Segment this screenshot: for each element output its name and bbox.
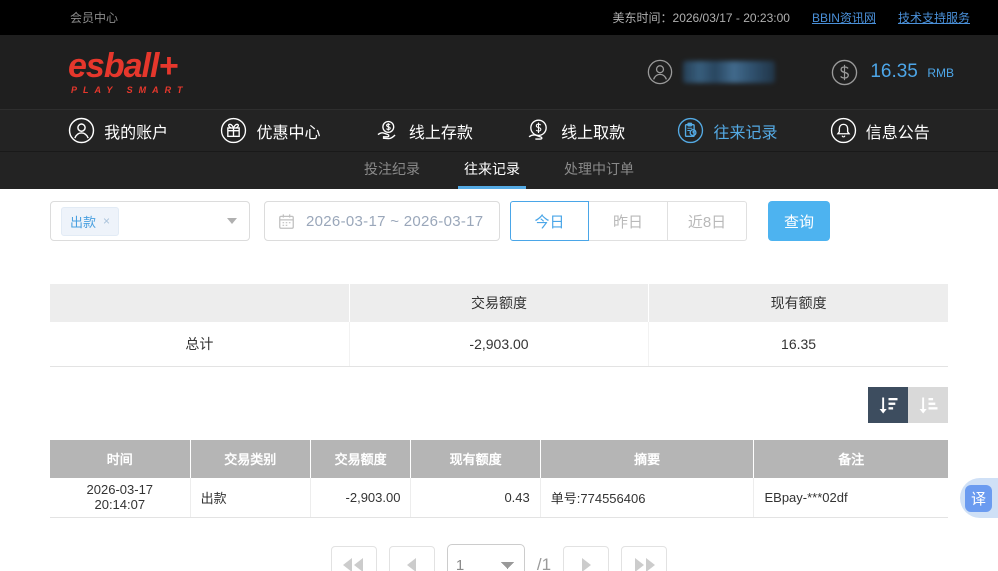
sort-descending-button[interactable] bbox=[868, 386, 908, 423]
left-arrow-icon bbox=[407, 558, 417, 571]
table-row: 2026-03-17 20:14:07 出款 -2,903.00 0.43 单号… bbox=[50, 477, 948, 518]
member-center-link[interactable]: 会员中心 bbox=[70, 9, 118, 26]
balance-chip[interactable]: 16.35 RMB bbox=[831, 59, 954, 86]
dollar-coin-icon bbox=[831, 59, 858, 86]
user-account-chip[interactable] bbox=[647, 59, 776, 85]
translate-widget[interactable]: 译 bbox=[960, 478, 998, 518]
page-select[interactable]: 1 bbox=[446, 544, 525, 571]
main-nav: 我的账户 优惠中心 线上存款 线上取款 往来记录 信息公告 bbox=[0, 109, 998, 151]
gift-icon bbox=[220, 117, 247, 144]
records-table: 时间 交易类别 交易额度 现有额度 摘要 备注 2026-03-17 20:14… bbox=[50, 439, 948, 518]
eastern-time-label: 美东时间：2026/03/17 - 20:23:00 bbox=[612, 11, 790, 25]
tab-betting-records[interactable]: 投注纪录 bbox=[358, 152, 426, 189]
next-page-button[interactable] bbox=[563, 546, 610, 571]
sort-descending-icon bbox=[879, 397, 898, 413]
records-icon bbox=[677, 117, 704, 144]
sort-controls bbox=[50, 386, 948, 423]
esball-logo[interactable]: esball+ PLAY SMART bbox=[68, 49, 189, 95]
double-left-arrow-icon bbox=[342, 558, 363, 571]
calendar-icon bbox=[277, 212, 296, 231]
right-arrow-icon bbox=[581, 558, 591, 571]
page: 会员中心 美东时间：2026/03/17 - 20:23:00 BBIN资讯网 … bbox=[0, 0, 998, 571]
last-8-days-button[interactable]: 近8日 bbox=[668, 201, 747, 241]
logo-tagline: PLAY SMART bbox=[71, 85, 189, 95]
today-button[interactable]: 今日 bbox=[510, 201, 589, 241]
tab-processing-orders[interactable]: 处理中订单 bbox=[558, 152, 640, 189]
summary-header-empty bbox=[50, 284, 350, 322]
site-header: esball+ PLAY SMART 16.35 RMB bbox=[0, 35, 998, 109]
nav-label: 线上存款 bbox=[408, 124, 473, 142]
balance-currency: RMB bbox=[927, 66, 954, 80]
transaction-type-select[interactable]: 出款 × bbox=[50, 201, 250, 241]
type-tag-withdrawal: 出款 × bbox=[61, 206, 120, 236]
double-right-arrow-icon bbox=[635, 558, 656, 571]
user-icon bbox=[68, 117, 95, 144]
nav-label: 我的账户 bbox=[104, 124, 169, 142]
cell-current-balance: 0.43 bbox=[410, 477, 541, 518]
summary-table: 交易额度 现有额度 总计 -2,903.00 16.35 bbox=[50, 284, 948, 367]
nav-item-announcements[interactable]: 信息公告 bbox=[830, 117, 930, 144]
tag-remove-icon[interactable]: × bbox=[103, 214, 110, 228]
bbin-news-link[interactable]: BBIN资讯网 bbox=[812, 9, 876, 26]
username-blurred bbox=[683, 61, 776, 83]
nav-item-online-deposit[interactable]: 线上存款 bbox=[373, 117, 473, 144]
cell-transaction-amount: -2,903.00 bbox=[310, 477, 412, 518]
avatar-icon bbox=[647, 59, 673, 85]
nav-label: 信息公告 bbox=[865, 124, 930, 142]
translate-icon: 译 bbox=[965, 484, 992, 512]
cell-remarks: EBpay-***02df bbox=[753, 477, 948, 518]
nav-label: 优惠中心 bbox=[256, 124, 321, 142]
topbar: 会员中心 美东时间：2026/03/17 - 20:23:00 BBIN资讯网 … bbox=[0, 0, 998, 35]
summary-current-balance: 16.35 bbox=[648, 322, 948, 367]
cell-summary: 单号:774556406 bbox=[540, 477, 755, 518]
total-pages-label: /1 bbox=[536, 555, 552, 571]
search-button[interactable]: 查询 bbox=[768, 201, 830, 241]
yesterday-button[interactable]: 昨日 bbox=[589, 201, 668, 241]
logo-text: esball+ bbox=[68, 47, 178, 85]
col-transaction-type: 交易类别 bbox=[190, 439, 311, 478]
type-tag-label: 出款 bbox=[70, 214, 97, 230]
summary-header-row: 交易额度 现有额度 bbox=[50, 284, 948, 322]
last-page-button[interactable] bbox=[621, 546, 668, 571]
sub-nav: 投注纪录 往来记录 处理中订单 bbox=[0, 151, 998, 189]
summary-total-label: 总计 bbox=[50, 322, 350, 367]
pagination: 1 /1 bbox=[0, 544, 998, 571]
col-transaction-amount: 交易额度 bbox=[310, 439, 412, 478]
nav-item-my-account[interactable]: 我的账户 bbox=[68, 117, 168, 144]
col-current-balance: 现有额度 bbox=[410, 439, 541, 478]
tech-support-link[interactable]: 技术支持服务 bbox=[898, 9, 970, 26]
date-range-input[interactable]: 2026-03-17 ~ 2026-03-17 bbox=[264, 201, 500, 241]
nav-label: 往来记录 bbox=[713, 124, 778, 142]
cell-transaction-type: 出款 bbox=[190, 477, 311, 518]
tab-transaction-records[interactable]: 往来记录 bbox=[458, 152, 526, 189]
col-summary: 摘要 bbox=[540, 439, 755, 478]
summary-total-row: 总计 -2,903.00 16.35 bbox=[50, 322, 948, 367]
bell-icon bbox=[830, 117, 857, 144]
col-time: 时间 bbox=[50, 439, 191, 478]
date-range-value: 2026-03-17 ~ 2026-03-17 bbox=[306, 212, 484, 230]
first-page-button[interactable] bbox=[330, 546, 377, 571]
chevron-down-icon bbox=[227, 218, 237, 224]
nav-label: 线上取款 bbox=[561, 124, 626, 142]
balance-amount: 16.35 bbox=[870, 61, 918, 82]
summary-header-current-balance: 现有额度 bbox=[648, 284, 948, 322]
filter-bar: 出款 × 2026-03-17 ~ 2026-03-17 今日 昨日 近8日 查… bbox=[50, 201, 948, 241]
withdraw-icon bbox=[525, 117, 552, 144]
deposit-icon bbox=[373, 117, 400, 144]
sort-ascending-icon bbox=[919, 397, 938, 413]
records-header-row: 时间 交易类别 交易额度 现有额度 摘要 备注 bbox=[50, 439, 948, 478]
previous-page-button[interactable] bbox=[388, 546, 435, 571]
sort-ascending-button[interactable] bbox=[908, 386, 948, 423]
summary-transaction-amount: -2,903.00 bbox=[349, 322, 650, 367]
nav-item-promotions[interactable]: 优惠中心 bbox=[220, 117, 321, 144]
summary-header-transaction-amount: 交易额度 bbox=[349, 284, 650, 322]
nav-item-online-withdrawal[interactable]: 线上取款 bbox=[525, 117, 625, 144]
quick-date-buttons: 今日 昨日 近8日 bbox=[510, 201, 747, 241]
col-remarks: 备注 bbox=[753, 439, 948, 478]
nav-item-transaction-records[interactable]: 往来记录 bbox=[677, 117, 777, 144]
cell-time: 2026-03-17 20:14:07 bbox=[50, 477, 191, 518]
